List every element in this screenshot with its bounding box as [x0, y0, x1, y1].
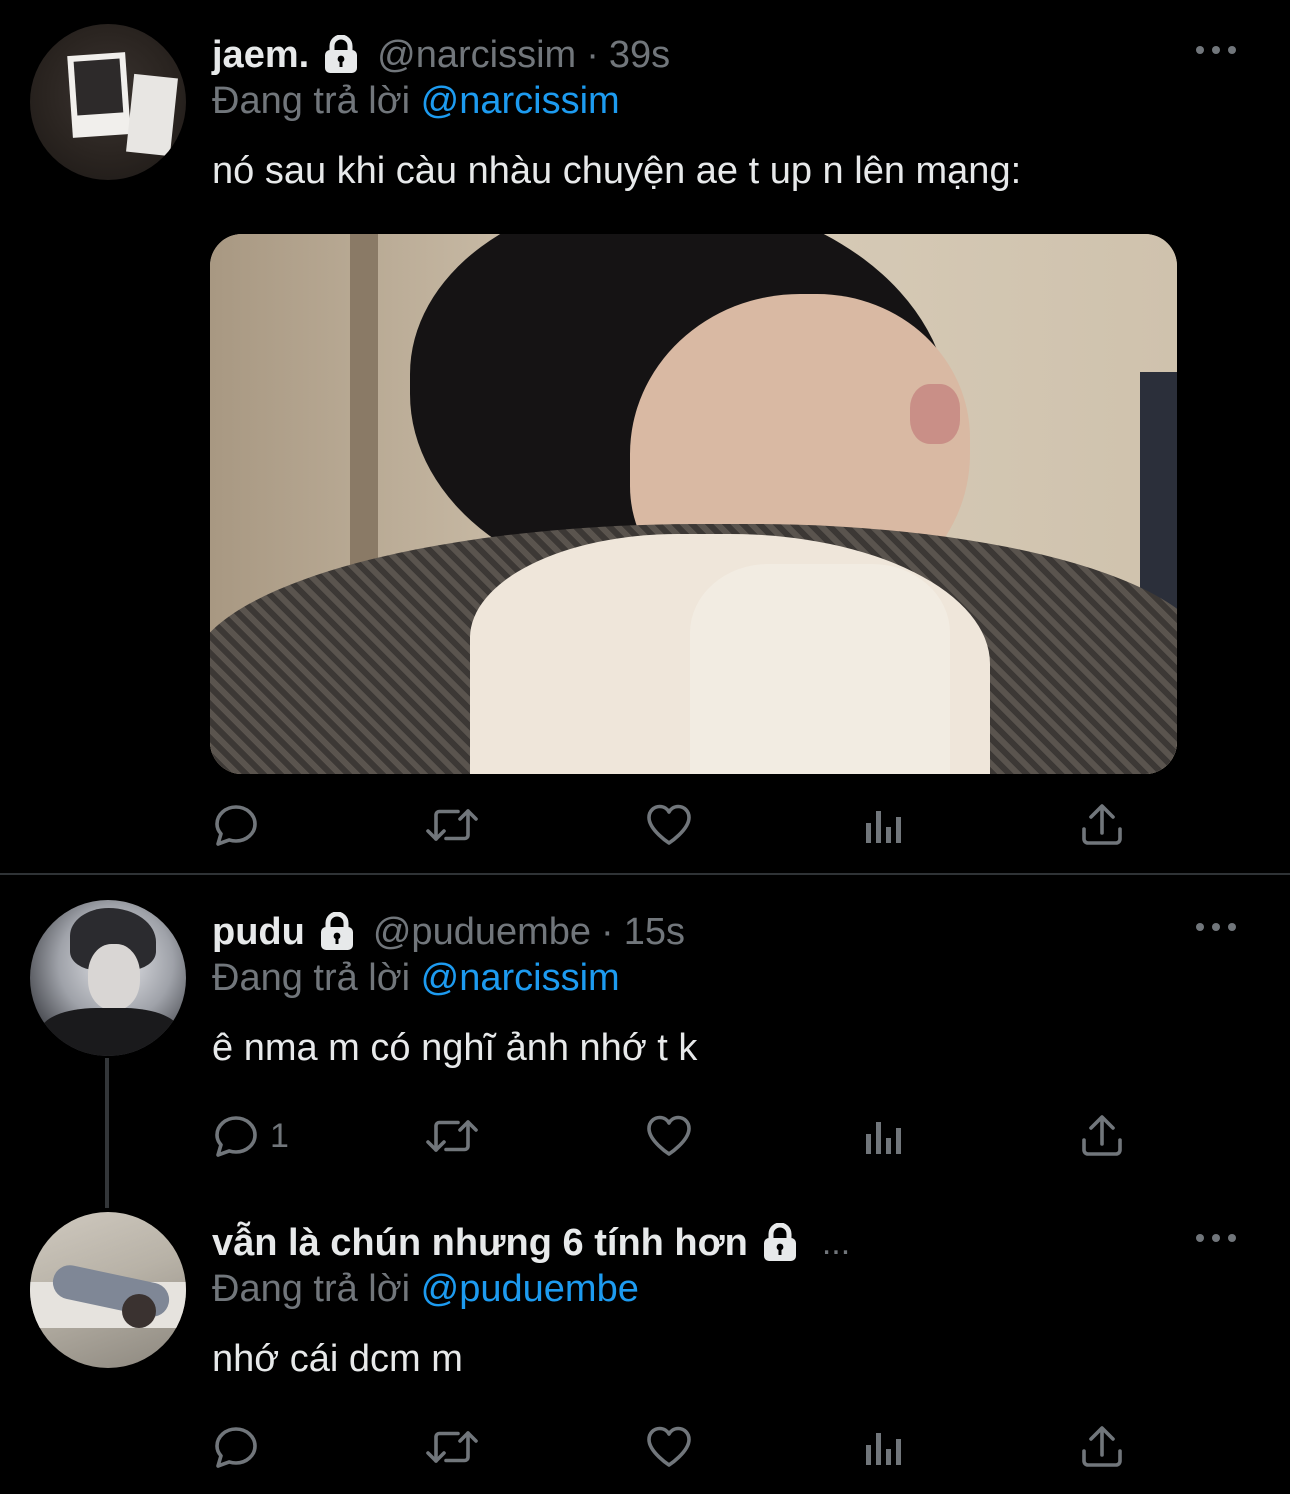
- retweet-icon: [426, 1120, 478, 1152]
- share-button[interactable]: [1078, 1111, 1126, 1161]
- avatar[interactable]: [30, 900, 186, 1056]
- reply-icon: [215, 805, 257, 846]
- replying-to: Đang trả lời @narcissim: [212, 80, 620, 123]
- thread-line: [105, 1058, 109, 1208]
- display-name[interactable]: jaem.: [212, 34, 309, 77]
- display-name[interactable]: pudu: [212, 911, 305, 954]
- reply-icon: [215, 1427, 257, 1468]
- reply-button[interactable]: [212, 1422, 270, 1472]
- avatar[interactable]: [30, 1212, 186, 1368]
- avatar-photo-2: [126, 73, 178, 157]
- separator: ·: [586, 33, 599, 76]
- avatar[interactable]: [30, 24, 186, 180]
- retweet-icon: [426, 809, 478, 841]
- more-icon[interactable]: [1196, 40, 1236, 60]
- timestamp[interactable]: 15s: [624, 911, 685, 954]
- retweet-button[interactable]: [424, 1111, 480, 1161]
- analytics-button[interactable]: [862, 1422, 908, 1472]
- tweet-text: nhớ cái dcm m: [212, 1338, 463, 1380]
- heart-icon: [647, 1426, 691, 1467]
- tweet-3[interactable]: vẫn là chún nhưng 6 tính hơn ... Đang tr…: [0, 1210, 1290, 1494]
- analytics-icon: [866, 1433, 901, 1465]
- like-button[interactable]: [644, 800, 694, 850]
- tweet-text: ê nma m có nghĩ ảnh nhớ t k: [212, 1027, 698, 1069]
- analytics-icon: [866, 1122, 901, 1154]
- retweet-icon: [426, 1431, 478, 1463]
- tweet-header: pudu @puduembe · 15s: [212, 907, 685, 957]
- replying-to: Đang trả lời @narcissim: [212, 957, 620, 1000]
- lock-icon: [317, 912, 357, 952]
- replying-prefix: Đang trả lời: [212, 957, 411, 999]
- heart-icon: [647, 1115, 691, 1156]
- separator: ·: [601, 910, 614, 953]
- truncation: ...: [821, 1223, 851, 1262]
- share-icon: [1082, 1426, 1122, 1467]
- heart-icon: [647, 804, 691, 845]
- analytics-icon: [866, 811, 901, 843]
- tweet-actions: 1: [212, 1111, 1132, 1161]
- share-icon: [1082, 1115, 1122, 1156]
- tweet-media[interactable]: [210, 234, 1177, 774]
- share-button[interactable]: [1078, 800, 1126, 850]
- analytics-button[interactable]: [862, 800, 908, 850]
- retweet-button[interactable]: [424, 1422, 480, 1472]
- reply-button[interactable]: [212, 800, 270, 850]
- timestamp[interactable]: 39s: [609, 34, 670, 77]
- tweet-actions: [212, 800, 1132, 850]
- like-button[interactable]: [644, 1422, 694, 1472]
- share-button[interactable]: [1078, 1422, 1126, 1472]
- reply-icon: [215, 1116, 257, 1157]
- display-name[interactable]: vẫn là chún nhưng 6 tính hơn: [212, 1222, 748, 1265]
- reply-button[interactable]: 1: [212, 1111, 289, 1161]
- replying-prefix: Đang trả lời: [212, 1268, 411, 1310]
- tweet-2[interactable]: pudu @puduembe · 15s Đang trả lời @narci…: [0, 875, 1290, 1210]
- replying-mention[interactable]: @narcissim: [421, 957, 620, 999]
- tweet-actions: [212, 1422, 1132, 1472]
- like-button[interactable]: [644, 1111, 694, 1161]
- avatar-photo: [67, 52, 131, 138]
- lock-icon: [760, 1223, 800, 1263]
- tweet-1[interactable]: jaem. @narcissim · 39s Đang trả lời @nar…: [0, 0, 1290, 873]
- more-icon[interactable]: [1196, 1228, 1236, 1248]
- share-icon: [1082, 804, 1122, 845]
- replying-prefix: Đang trả lời: [212, 80, 411, 122]
- replying-mention[interactable]: @puduembe: [421, 1268, 639, 1310]
- lock-icon: [321, 35, 361, 75]
- tweet-text: nó sau khi càu nhàu chuyện ae t up n lên…: [212, 150, 1022, 192]
- retweet-button[interactable]: [424, 800, 480, 850]
- more-icon[interactable]: [1196, 917, 1236, 937]
- replying-to: Đang trả lời @puduembe: [212, 1268, 639, 1311]
- reply-count: 1: [270, 1116, 289, 1155]
- tweet-header: vẫn là chún nhưng 6 tính hơn ...: [212, 1218, 850, 1268]
- handle[interactable]: @puduembe: [373, 911, 591, 954]
- handle[interactable]: @narcissim: [377, 34, 576, 77]
- tweet-header: jaem. @narcissim · 39s: [212, 30, 670, 80]
- replying-mention[interactable]: @narcissim: [421, 80, 620, 122]
- analytics-button[interactable]: [862, 1111, 908, 1161]
